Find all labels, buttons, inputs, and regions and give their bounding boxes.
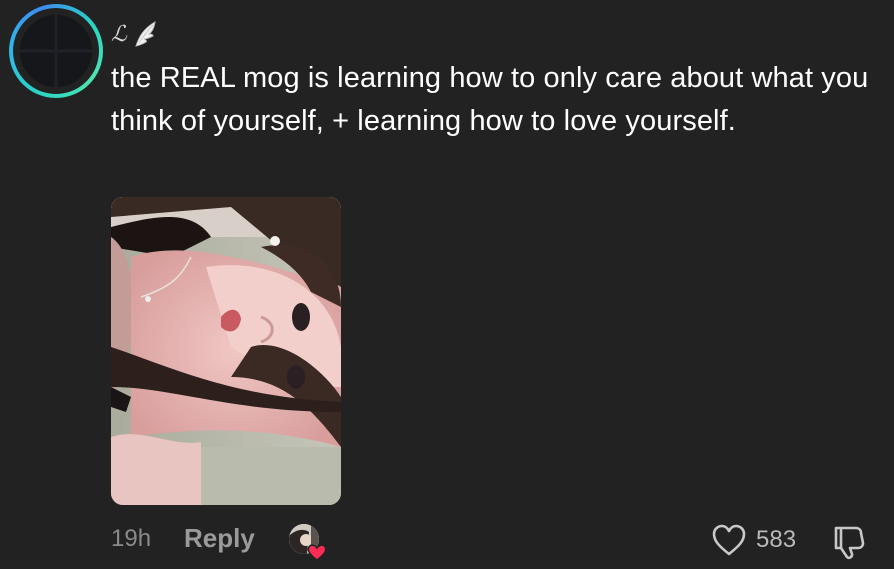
comment-footer: 19h Reply 583 [0, 518, 894, 564]
user-avatar[interactable] [9, 4, 103, 98]
dislike-button[interactable] [830, 524, 868, 560]
avatar-image [20, 15, 92, 87]
comment-item: ℒ the REAL mog is learning how to only c… [0, 0, 894, 569]
comment-photo[interactable] [111, 197, 341, 505]
comment-text: the REAL mog is learning how to only car… [111, 62, 869, 137]
reply-button[interactable]: Reply [184, 523, 255, 554]
username-text: ℒ [111, 21, 127, 47]
username[interactable]: ℒ [111, 16, 159, 52]
like-button[interactable] [711, 523, 747, 557]
creator-liked-badge [287, 522, 327, 562]
like-count: 583 [756, 526, 797, 553]
wing-icon [133, 19, 159, 49]
thumbs-down-icon [834, 526, 865, 560]
comment-timestamp: 19h [111, 525, 152, 552]
heart-outline-icon [712, 524, 746, 556]
heart-icon [307, 544, 327, 561]
